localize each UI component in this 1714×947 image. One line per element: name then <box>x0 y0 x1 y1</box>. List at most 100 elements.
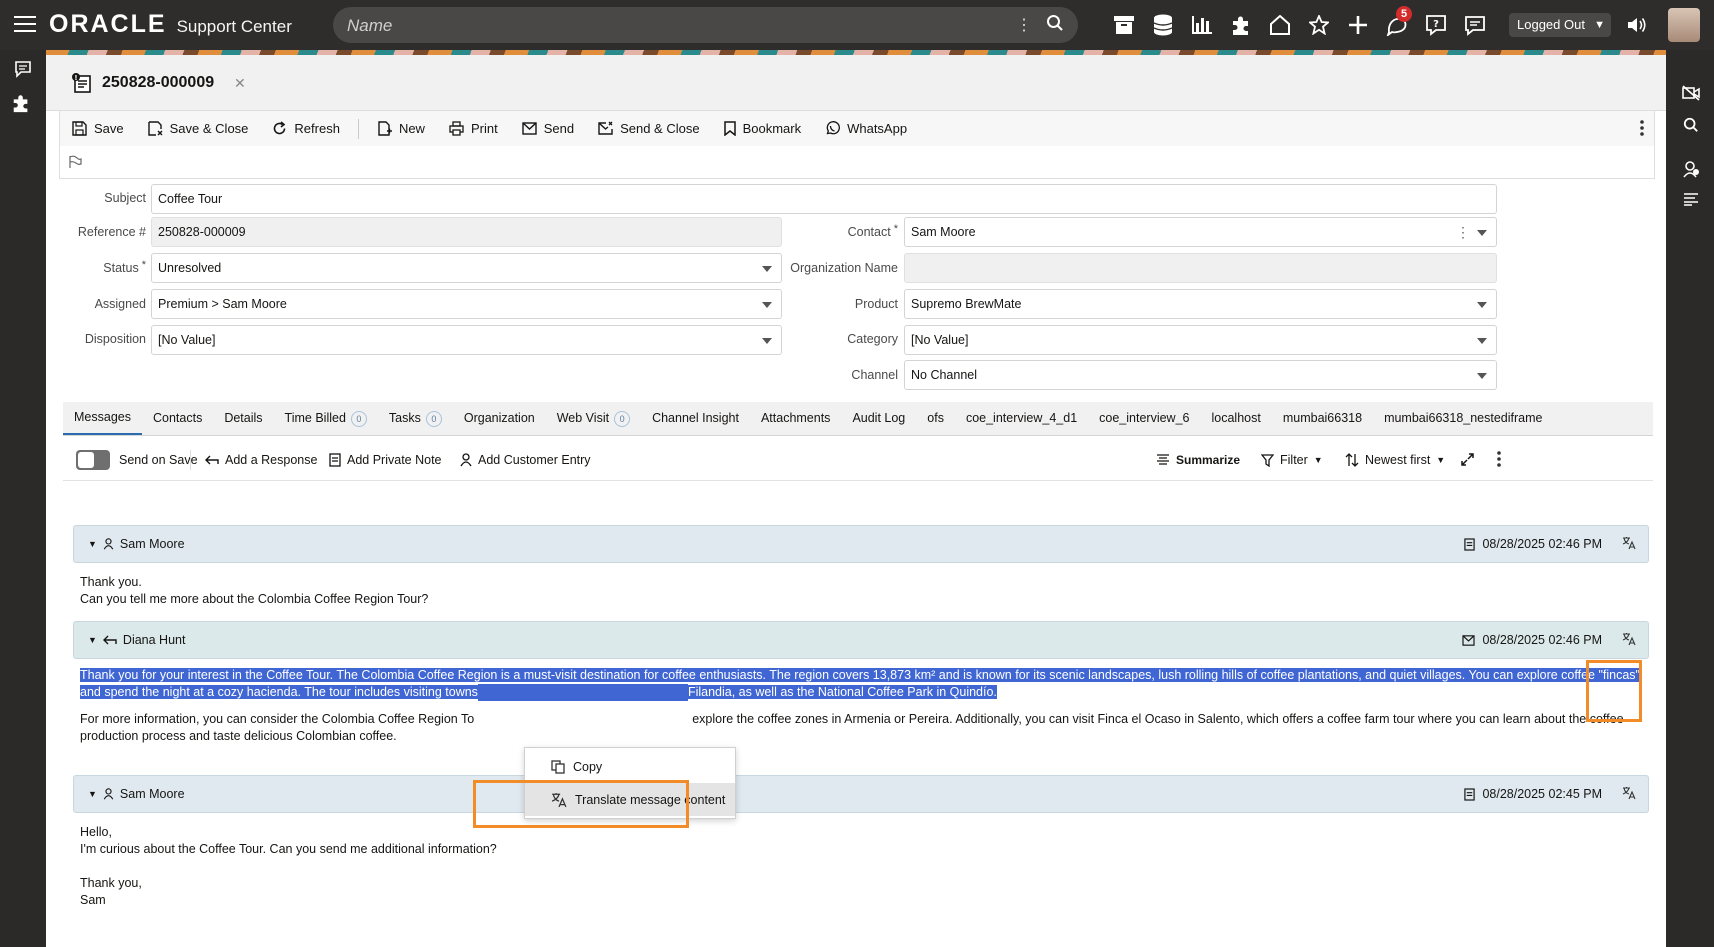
channel-select[interactable]: No Channel <box>904 360 1497 390</box>
summary-icon[interactable] <box>1680 188 1702 210</box>
product-select[interactable]: Supremo BrewMate <box>904 289 1497 319</box>
search-icon[interactable] <box>1680 114 1702 136</box>
add-icon[interactable] <box>1338 0 1377 50</box>
category-select[interactable]: [No Value] <box>904 325 1497 355</box>
expand-icon[interactable] <box>1461 453 1474 466</box>
notifications-icon[interactable]: 5 <box>1377 0 1416 50</box>
puzzle-icon[interactable] <box>1221 0 1260 50</box>
tab-coe-interview-4[interactable]: coe_interview_4_d1 <box>955 402 1088 435</box>
tab-web-visit[interactable]: Web Visit 0 <box>546 402 641 435</box>
search-icon[interactable] <box>1046 14 1064 35</box>
summarize-button[interactable]: Summarize <box>1156 453 1240 467</box>
user-avatar[interactable] <box>1668 8 1700 42</box>
tab-attachments[interactable]: Attachments <box>750 402 841 435</box>
tab-count: 0 <box>425 410 442 427</box>
help-icon[interactable]: ? <box>1416 0 1455 50</box>
home-icon[interactable] <box>1260 0 1299 50</box>
collapse-icon[interactable]: ▼ <box>88 539 97 549</box>
organization-label: Organization Name <box>790 261 898 275</box>
refresh-button[interactable]: Refresh <box>260 111 352 146</box>
tab-localhost[interactable]: localhost <box>1201 402 1272 435</box>
tab-tasks[interactable]: Tasks 0 <box>378 402 453 435</box>
global-search[interactable]: ⋮ <box>333 7 1078 45</box>
agent-status-select[interactable]: Logged Out ▼ <box>1509 13 1611 37</box>
save-button[interactable]: Save <box>60 111 136 146</box>
tab-channel-insight[interactable]: Channel Insight <box>641 402 750 435</box>
chevron-down-icon: ▼ <box>1594 19 1605 31</box>
reference-field: 250828-000009 <box>151 217 782 247</box>
tab-mumbai66318[interactable]: mumbai66318 <box>1272 402 1373 435</box>
send-close-button[interactable]: Send & Close <box>586 111 712 146</box>
incident-icon: ! <box>72 73 94 96</box>
database-icon[interactable] <box>1143 0 1182 50</box>
translate-icon[interactable] <box>1622 632 1636 649</box>
tab-mumbai66318-nestediframe[interactable]: mumbai66318_nestediframe <box>1373 402 1553 435</box>
assigned-label: Assigned <box>94 297 146 311</box>
tab-organization[interactable]: Organization <box>453 402 546 435</box>
disposition-select[interactable]: [No Value] <box>151 325 782 355</box>
whatsapp-button[interactable]: WhatsApp <box>813 111 919 146</box>
more-options-icon[interactable] <box>1497 450 1501 468</box>
toolbar-divider <box>357 118 359 139</box>
message-body: Thank you for your interest in the Coffe… <box>80 668 1640 743</box>
message-date: 08/28/2025 02:46 PM <box>1464 537 1602 551</box>
video-off-icon[interactable] <box>1680 82 1702 104</box>
new-button[interactable]: New <box>365 111 437 146</box>
copy-menu-item[interactable]: Copy <box>525 750 735 783</box>
message-header[interactable]: ▼ Sam Moore 08/28/2025 02:45 PM <box>73 775 1649 813</box>
collapse-icon[interactable]: ▼ <box>88 789 97 799</box>
tab-contacts[interactable]: Contacts <box>142 402 213 435</box>
messages-icon[interactable] <box>12 58 34 80</box>
add-private-note-button[interactable]: Add Private Note <box>329 453 442 467</box>
svg-text:?: ? <box>1433 19 1439 30</box>
search-options-icon[interactable]: ⋮ <box>1016 15 1032 35</box>
message-date: 08/28/2025 02:45 PM <box>1464 787 1602 801</box>
tab-time-billed[interactable]: Time Billed 0 <box>274 402 378 435</box>
more-actions-icon[interactable] <box>1640 119 1644 140</box>
chevron-down-icon <box>762 302 772 308</box>
send-button[interactable]: Send <box>510 111 586 146</box>
assigned-select[interactable]: Premium > Sam Moore <box>151 289 782 319</box>
close-icon[interactable]: ✕ <box>234 75 246 92</box>
category-label: Category <box>847 332 898 346</box>
message-body: Thank you. Can you tell me more about th… <box>80 575 429 606</box>
translate-icon[interactable] <box>1622 536 1636 553</box>
contact-field[interactable]: Sam Moore ⋮ <box>904 217 1497 247</box>
save-close-button[interactable]: Save & Close <box>136 111 261 146</box>
print-button[interactable]: Print <box>437 111 510 146</box>
tab-audit-log[interactable]: Audit Log <box>841 402 916 435</box>
menu-icon[interactable] <box>14 16 36 34</box>
tab-ofs[interactable]: ofs <box>916 402 955 435</box>
message-header[interactable]: ▼ Sam Moore 08/28/2025 02:46 PM <box>73 525 1649 563</box>
tab-details[interactable]: Details <box>213 402 273 435</box>
volume-icon[interactable] <box>1617 0 1656 50</box>
tab-count: 0 <box>614 410 631 427</box>
send-on-save-toggle[interactable] <box>76 450 110 470</box>
reports-icon[interactable] <box>1182 0 1221 50</box>
tab-messages[interactable]: Messages <box>63 402 142 435</box>
star-icon[interactable] <box>1299 0 1338 50</box>
tab-coe-interview-6[interactable]: coe_interview_6 <box>1088 402 1200 435</box>
message-date: 08/28/2025 02:46 PM <box>1462 633 1602 647</box>
record-title[interactable]: 250828-000009 <box>102 74 214 92</box>
chat-icon[interactable] <box>1455 0 1494 50</box>
toolbar-divider <box>190 450 191 470</box>
search-input[interactable] <box>345 7 989 45</box>
extensions-icon[interactable] <box>10 92 32 114</box>
contact-options-icon[interactable]: ⋮ <box>1456 218 1470 246</box>
translate-icon[interactable] <box>1622 786 1636 803</box>
chevron-down-icon <box>762 266 772 272</box>
add-response-button[interactable]: Add a Response <box>205 453 317 467</box>
filter-button[interactable]: Filter ▼ <box>1261 453 1323 467</box>
subject-field[interactable]: Coffee Tour <box>151 184 1497 214</box>
archive-icon[interactable] <box>1104 0 1143 50</box>
bookmark-button[interactable]: Bookmark <box>712 111 814 146</box>
collapse-icon[interactable]: ▼ <box>88 635 97 645</box>
sort-button[interactable]: Newest first ▼ <box>1345 453 1445 467</box>
flag-icon[interactable] <box>68 155 82 169</box>
status-select[interactable]: Unresolved <box>151 253 782 283</box>
message-header[interactable]: ▼ Diana Hunt 08/28/2025 02:46 PM <box>73 621 1649 659</box>
smart-assist-icon[interactable] <box>1680 158 1702 180</box>
add-customer-entry-button[interactable]: Add Customer Entry <box>460 453 591 467</box>
notification-badge: 5 <box>1396 6 1412 22</box>
